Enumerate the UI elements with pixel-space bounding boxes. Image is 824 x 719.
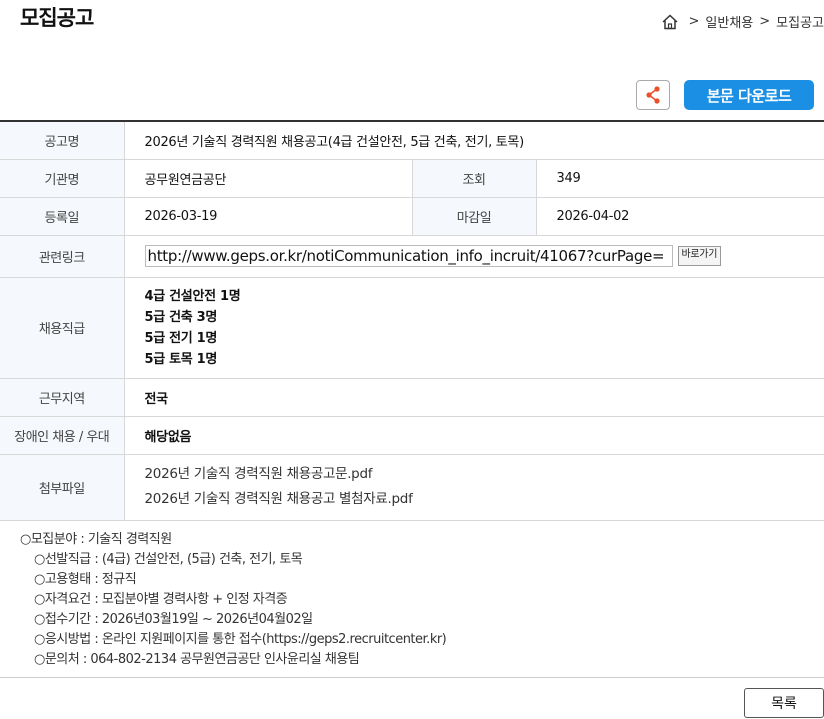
download-body-button[interactable]: 본문 다운로드	[684, 80, 814, 110]
detail-item: ○자격요건 : 모집분야별 경력사항 + 인정 자격증	[34, 592, 288, 607]
list-item: 5급 전기 1명	[144, 330, 218, 346]
list-button[interactable]: 목록	[744, 688, 824, 718]
views-value: 349	[536, 159, 824, 198]
deadline-date: 2026-04-02	[536, 197, 824, 236]
detail-item: ○문의처 : 064-802-2134 공무원연금공단 인사윤리실 채용팀	[34, 652, 360, 667]
title-label: 공고명	[0, 121, 125, 160]
notice-title: 2026년 기술직 경력직원 채용공고(4급 건설안전, 5급 건축, 전기, …	[124, 121, 824, 160]
detail-item: ○고용형태 : 정규직	[34, 572, 137, 587]
share-button[interactable]	[636, 80, 670, 110]
attachment-link[interactable]: 2026년 기술직 경력직원 채용공고 별첨자료.pdf	[145, 487, 824, 512]
detail-item: ○접수기간 : 2026년03월19일 ~ 2026년04월02일	[34, 612, 313, 627]
breadcrumb-item-general-hiring[interactable]: 일반채용	[705, 12, 753, 31]
disabled-label: 장애인 채용 / 우대	[0, 416, 125, 455]
views-label: 조회	[412, 159, 537, 198]
region-value: 전국	[124, 378, 824, 417]
table-row: 채용직급 4급 건설안전 1명 5급 건축 3명 5급 전기 1명 5급 토목 …	[0, 277, 824, 379]
table-row: 공고명 2026년 기술직 경력직원 채용공고(4급 건설안전, 5급 건축, …	[0, 121, 824, 160]
breadcrumb-item-recruitment[interactable]: 모집공고	[776, 12, 824, 31]
attachment-link[interactable]: 2026년 기술직 경력직원 채용공고문.pdf	[145, 462, 824, 487]
table-row: 등록일 2026-03-19 마감일 2026-04-02	[0, 197, 824, 236]
agency-value: 공무원연금공단	[124, 159, 413, 198]
registered-date: 2026-03-19	[124, 197, 413, 236]
page-title: 모집공고	[20, 6, 94, 30]
related-link-input[interactable]: http://www.geps.or.kr/notiCommunication_…	[144, 245, 673, 267]
attachments-list: 2026년 기술직 경력직원 채용공고문.pdf 2026년 기술직 경력직원 …	[124, 454, 824, 521]
table-row: 장애인 채용 / 우대 해당없음	[0, 416, 824, 455]
notice-detail: ○모집분야 : 기술직 경력직원 ○선발직급 : (4급) 건설안전, (5급)…	[20, 530, 447, 670]
notice-info-table: 공고명 2026년 기술직 경력직원 채용공고(4급 건설안전, 5급 건축, …	[0, 120, 824, 521]
table-row: 근무지역 전국	[0, 378, 824, 417]
divider	[0, 677, 824, 678]
agency-label: 기관명	[0, 159, 125, 198]
list-item: 5급 건축 3명	[144, 309, 218, 325]
list-item: 5급 토목 1명	[144, 351, 218, 367]
link-label: 관련링크	[0, 235, 125, 278]
breadcrumb-separator: >	[759, 14, 771, 29]
table-row: 첨부파일 2026년 기술직 경력직원 채용공고문.pdf 2026년 기술직 …	[0, 454, 824, 521]
registered-label: 등록일	[0, 197, 125, 236]
detail-main: ○모집분야 : 기술직 경력직원	[20, 532, 172, 547]
positions-label: 채용직급	[0, 277, 125, 379]
home-icon[interactable]	[661, 13, 679, 31]
region-label: 근무지역	[0, 378, 125, 417]
link-wrap: http://www.geps.or.kr/notiCommunication_…	[144, 245, 824, 267]
detail-item: ○선발직급 : (4급) 건설안전, (5급) 건축, 전기, 토목	[34, 552, 303, 567]
table-row: 관련링크 http://www.geps.or.kr/notiCommunica…	[0, 235, 824, 278]
positions-list: 4급 건설안전 1명 5급 건축 3명 5급 전기 1명 5급 토목 1명	[124, 277, 824, 379]
disabled-value: 해당없음	[124, 416, 824, 455]
breadcrumb: > 일반채용 > 모집공고	[661, 12, 824, 31]
deadline-label: 마감일	[412, 197, 537, 236]
detail-item: ○응시방법 : 온라인 지원페이지를 통한 접수(https://geps2.r…	[34, 632, 447, 647]
breadcrumb-separator: >	[688, 14, 700, 29]
table-row: 기관명 공무원연금공단 조회 349	[0, 159, 824, 198]
share-icon	[646, 86, 660, 104]
list-item: 4급 건설안전 1명	[144, 288, 241, 304]
go-link-button[interactable]: 바로가기	[677, 246, 722, 266]
attachments-label: 첨부파일	[0, 454, 125, 521]
